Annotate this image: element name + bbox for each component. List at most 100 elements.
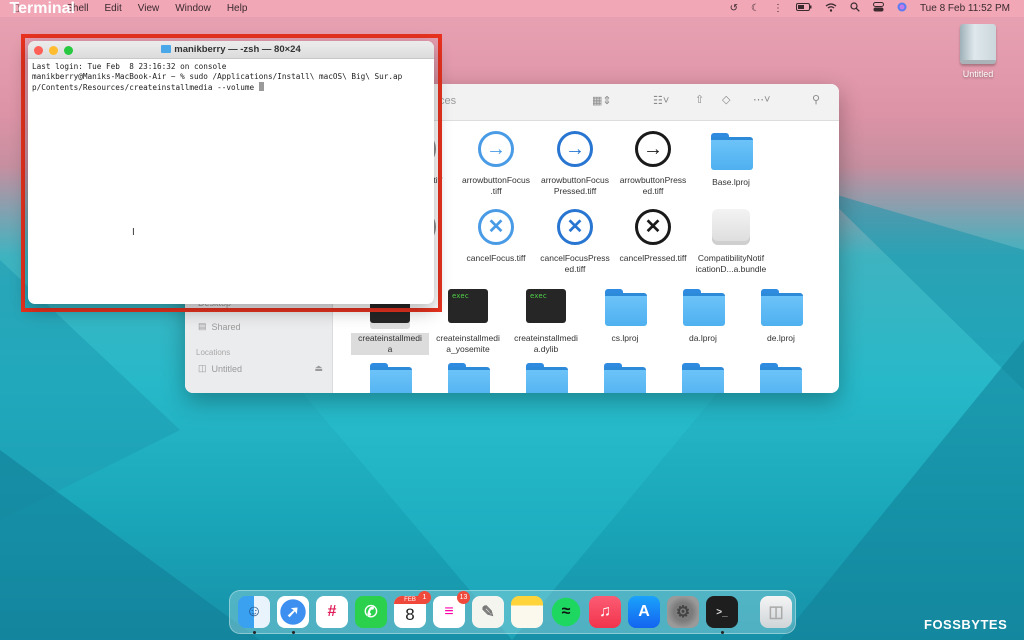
sidebar-section-locations: Locations xyxy=(196,348,231,357)
terminal-output[interactable]: Last login: Tue Feb 8 23:16:32 on consol… xyxy=(28,59,434,96)
sidebar-item-untitled[interactable]: ◫ Untitled ⏏ xyxy=(198,363,323,374)
wifi-icon[interactable] xyxy=(825,2,837,15)
more-actions-icon[interactable]: ⋯˅ xyxy=(753,93,770,106)
eject-icon[interactable]: ⏏ xyxy=(314,363,323,374)
dock-app-textedit[interactable]: ✎ xyxy=(472,596,504,628)
dock-app-music[interactable]: ♫ xyxy=(589,596,621,628)
file-item[interactable] xyxy=(663,359,741,393)
file-item[interactable]: CompatibilityNotif icationD...a.bundle xyxy=(692,207,770,275)
tag-icon[interactable]: ◇ xyxy=(722,93,730,106)
file-item[interactable]: → arrowbuttonFocus Pressed.tiff xyxy=(536,129,614,197)
file-item[interactable]: → arrowbuttonPress ed.tiff xyxy=(614,129,692,197)
dock-app-calendar[interactable]: FEB 8 1 xyxy=(394,591,431,628)
dock: ☺ ➚ # ✆ FEB 8 1 ≡ 13 ✎ ≈ ♫ A ⚙ >_ ◫ xyxy=(229,590,796,634)
music-icon: ♫ xyxy=(599,603,611,620)
file-item[interactable]: → arrowbuttonFocus .tiff xyxy=(457,129,535,197)
menu-clock[interactable]: Tue 8 Feb 11:52 PM xyxy=(920,3,1010,14)
folder-icon xyxy=(526,363,568,393)
folder-icon xyxy=(683,289,725,326)
file-name: cancelFocus.tiff xyxy=(466,253,526,263)
dock-app-whatsapp[interactable]: ✆ xyxy=(355,596,387,628)
sidebar-item-shared[interactable]: ▤ Shared xyxy=(198,321,241,332)
file-item[interactable] xyxy=(507,359,585,393)
control-center-icon[interactable] xyxy=(872,2,884,15)
exec-file-icon: exec xyxy=(448,289,488,323)
folder-icon xyxy=(370,363,412,393)
dock-app-trash[interactable]: ◫ xyxy=(760,596,792,628)
cancel-button-icon: ✕ xyxy=(478,209,514,245)
menu-edit[interactable]: Edit xyxy=(97,3,130,14)
watermark: FOSSBYTES xyxy=(924,617,1008,632)
file-item[interactable] xyxy=(351,359,429,393)
file-item[interactable] xyxy=(429,359,507,393)
dock-app-reminders[interactable]: ≡ 13 xyxy=(433,591,470,628)
finder-icon: ☺ xyxy=(245,603,263,620)
file-item[interactable]: ✕ cancelFocus.tiff xyxy=(457,207,535,264)
file-item[interactable]: cs.lproj xyxy=(586,285,664,344)
focus-moon-icon[interactable]: ☾ xyxy=(751,3,760,14)
file-name: createinstallmedi a_yosemite xyxy=(436,333,500,354)
file-name: CompatibilityNotif icationD...a.bundle xyxy=(695,253,767,274)
zoom-button[interactable] xyxy=(64,46,73,55)
file-name: cs.lproj xyxy=(611,333,639,343)
search-icon[interactable]: ⚲ xyxy=(812,93,820,106)
view-mode-icon-grid[interactable]: ▦⇕ xyxy=(592,94,612,107)
dock-app-spotify[interactable]: ≈ xyxy=(550,596,582,628)
spotify-icon: ≈ xyxy=(561,603,571,620)
file-name: da.lproj xyxy=(689,333,717,343)
minimize-button[interactable] xyxy=(49,46,58,55)
ibeam-cursor-icon: I xyxy=(132,227,135,238)
menu-extra-icon[interactable]: ⋮ xyxy=(773,3,783,14)
folder-icon xyxy=(605,289,647,326)
spotlight-search-icon[interactable] xyxy=(850,2,860,15)
dock-app-finder[interactable]: ☺ xyxy=(238,596,270,634)
file-name: arrowbuttonFocus Pressed.tiff xyxy=(540,175,610,196)
dock-app-slack[interactable]: # xyxy=(316,596,348,628)
text-cursor xyxy=(258,82,264,91)
dock-app-app-store[interactable]: A xyxy=(628,596,660,628)
folder-icon xyxy=(682,363,724,393)
app-store-icon: A xyxy=(638,603,650,620)
dock-app-safari[interactable]: ➚ xyxy=(277,596,309,634)
share-icon[interactable]: ⇧ xyxy=(695,93,704,106)
file-item[interactable] xyxy=(585,359,663,393)
folder-icon xyxy=(760,363,802,393)
terminal-icon: >_ xyxy=(716,606,728,618)
dock-app-terminal[interactable]: >_ xyxy=(706,596,738,634)
file-item[interactable]: ✕ cancelPressed.tiff xyxy=(614,207,692,264)
dock-app-system-preferences[interactable]: ⚙ xyxy=(667,596,699,628)
folder-icon xyxy=(448,363,490,393)
menu-window[interactable]: Window xyxy=(167,3,219,14)
dock-app-notes[interactable] xyxy=(511,596,543,628)
siri-icon[interactable] xyxy=(897,2,907,15)
menu-app-name[interactable]: Terminal xyxy=(10,0,76,25)
terminal-titlebar[interactable]: manikberry — -zsh — 80×24 xyxy=(28,41,434,59)
file-item[interactable]: ✕ cancelFocusPress ed.tiff xyxy=(536,207,614,275)
menu-view[interactable]: View xyxy=(130,3,168,14)
menu-help[interactable]: Help xyxy=(219,3,256,14)
trash-icon: ◫ xyxy=(768,604,784,621)
time-machine-icon[interactable]: ↺ xyxy=(730,3,738,14)
terminal-window[interactable]: manikberry — -zsh — 80×24 Last login: Tu… xyxy=(28,41,434,304)
arrow-button-icon: → xyxy=(635,131,671,167)
running-indicator xyxy=(720,631,724,634)
file-name: arrowbuttonFocus .tiff xyxy=(461,175,531,196)
file-item[interactable]: exec createinstallmedi a.dylib xyxy=(507,285,585,355)
desktop-drive-untitled[interactable]: Untitled xyxy=(955,24,1001,79)
running-indicator xyxy=(291,631,295,634)
terminal-line: Last login: Tue Feb 8 23:16:32 on consol… xyxy=(32,62,227,71)
group-by-icon[interactable]: ☷˅ xyxy=(653,94,669,107)
file-item[interactable]: da.lproj xyxy=(664,285,742,344)
terminal-line: p/Contents/Resources/createinstallmedia … xyxy=(32,83,259,92)
file-item[interactable]: Base.lproj xyxy=(692,129,770,188)
menu-bar:  Terminal Shell Edit View Window Help ↺… xyxy=(0,0,1024,17)
file-item[interactable] xyxy=(741,359,819,393)
file-item[interactable]: de.lproj xyxy=(742,285,820,344)
terminal-line: manikberry@Maniks-MacBook-Air ~ % sudo /… xyxy=(32,72,403,81)
folder-icon xyxy=(711,133,753,170)
whatsapp-icon: ✆ xyxy=(364,604,378,621)
external-drive-icon xyxy=(960,24,996,64)
file-name: arrowbuttonPress ed.tiff xyxy=(619,175,687,196)
battery-icon[interactable] xyxy=(795,3,812,14)
close-button[interactable] xyxy=(34,46,43,55)
